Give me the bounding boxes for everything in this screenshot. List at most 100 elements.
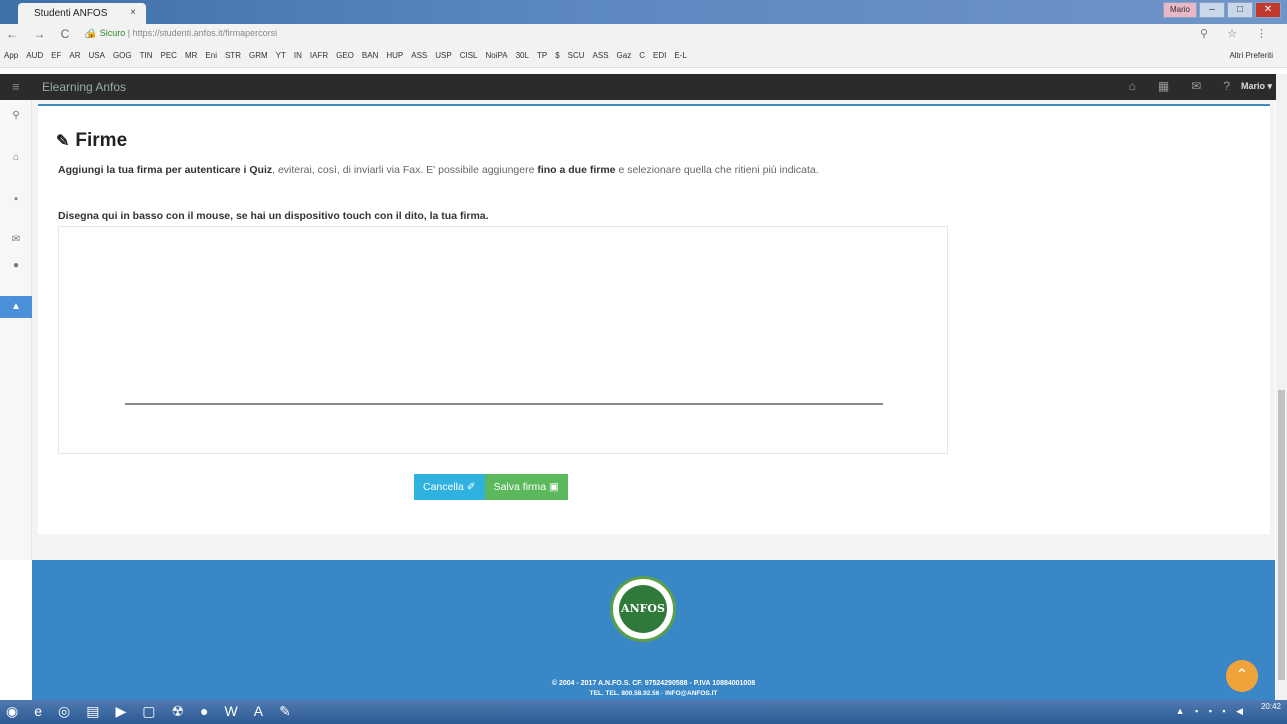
app-top-nav: ≡ Elearning Anfos ⌂ ▦ ✉ ? Mario ▾ (0, 74, 1280, 100)
navigation-buttons[interactable]: ← → C ⌂ (6, 27, 98, 41)
bookmark-item[interactable]: USA (88, 51, 104, 60)
bookmark-item[interactable]: NoiPA (486, 51, 508, 60)
left-sidebar: ⚲ ⌂ ▪ ✉ ● ▲ (0, 100, 32, 560)
secure-label: Sicuro (99, 28, 126, 38)
taskbar-clock[interactable]: 20:42 (1261, 702, 1281, 712)
signature-pad[interactable] (58, 226, 948, 454)
signature-card: ✎ Firme Aggiungi la tua firma per autenti… (38, 104, 1270, 534)
ie-icon[interactable]: e (34, 703, 42, 720)
tab-close-icon[interactable]: × (130, 7, 136, 18)
anfos-logo: ANFOS (610, 576, 676, 642)
bookmark-item[interactable]: ASS (593, 51, 609, 60)
save-signature-button[interactable]: Salva firma ▣ (484, 474, 568, 500)
bookmark-item[interactable]: CISL (460, 51, 478, 60)
page-footer: ANFOS © 2004 - 2017 A.N.FO.S. CF. 975242… (32, 560, 1275, 700)
bookmark-item[interactable]: IN (294, 51, 302, 60)
bookmark-item[interactable]: AR (69, 51, 80, 60)
bookmark-item[interactable]: EF (51, 51, 61, 60)
save-icon: ▣ (549, 481, 559, 493)
page-title: ✎ Firme (56, 130, 128, 151)
start-icon[interactable]: ◉ (6, 703, 18, 720)
calendar-icon[interactable]: ▪ (0, 194, 32, 205)
tab-title: Studenti ANFOS (34, 8, 108, 19)
signature-baseline (125, 403, 883, 405)
bookmark-item[interactable]: Gaz (617, 51, 632, 60)
bookmark-item[interactable]: App (4, 51, 18, 60)
bookmark-item[interactable]: STR (225, 51, 241, 60)
bookmark-item[interactable]: 30L (516, 51, 529, 60)
user-menu[interactable]: Mario ▾ (1241, 81, 1272, 92)
app-brand[interactable]: Elearning Anfos (42, 80, 126, 94)
office-icon[interactable]: ▢ (142, 703, 155, 720)
bookmark-item[interactable]: $ (555, 51, 559, 60)
other-bookmarks[interactable]: Altri Preferiti (1229, 51, 1273, 60)
help-icon[interactable]: ● (0, 260, 32, 271)
bookmark-item[interactable]: IAFR (310, 51, 328, 60)
draw-instruction: Disegna qui in basso con il mouse, se ha… (58, 210, 489, 222)
taskbar-apps: ◉ e ◎ ▤ ▶ ▢ ☢ ● W A ✎ (6, 703, 291, 720)
window-controls: Mario – □ ✕ (1163, 2, 1281, 18)
bookmark-item[interactable]: SCU (568, 51, 585, 60)
cancel-button[interactable]: Cancella ✐ (414, 474, 485, 500)
bookmark-item[interactable]: PEC (161, 51, 177, 60)
url-field[interactable]: 🔒 Sicuro | https://studenti.anfos.it/fir… (86, 28, 1246, 43)
acrobat-icon[interactable]: A (254, 703, 263, 720)
user-icon[interactable]: ▲ (0, 296, 32, 318)
minimize-button[interactable]: – (1199, 2, 1225, 18)
intro-text: Aggiungi la tua firma per autenticare i … (58, 164, 819, 176)
bookmarks-bar: App AUD EF AR USA GOG TIN PEC MR Eni STR GRM YT IN IAF… (0, 46, 1287, 68)
maximize-button[interactable]: □ (1227, 2, 1253, 18)
bookmark-item[interactable]: BAN (362, 51, 378, 60)
system-tray[interactable]: ▲ ▪ ▪ ▪ ◀ (1176, 706, 1247, 717)
bookmark-item[interactable]: MR (185, 51, 197, 60)
folder-icon[interactable]: ▤ (86, 703, 99, 720)
home-icon[interactable]: ⌂ (1129, 79, 1136, 93)
bookmark-item[interactable]: GEO (336, 51, 354, 60)
word-icon[interactable]: W (225, 703, 238, 720)
footer-contacts: TEL. TEL. 800.58.92.56 · INFO@ANFOS.IT (589, 690, 718, 697)
home-icon[interactable]: ⌂ (0, 152, 32, 163)
bookmark-item[interactable]: TIN (140, 51, 153, 60)
eraser-icon: ✐ (466, 481, 476, 493)
chrome-icon[interactable]: ◎ (58, 703, 70, 720)
nav-icons: ⌂ ▦ ✉ ? (1129, 79, 1230, 93)
bookmark-item[interactable]: USP (435, 51, 451, 60)
bookmark-item[interactable]: YT (276, 51, 286, 60)
search-icon[interactable]: ⚲ (0, 110, 32, 121)
bookmark-item[interactable]: AUD (26, 51, 43, 60)
calendar-icon[interactable]: ▦ (1158, 79, 1169, 93)
page-scrollbar[interactable] (1276, 74, 1287, 700)
mail-icon[interactable]: ✉ (0, 234, 32, 245)
firefox-icon[interactable]: ● (200, 703, 208, 720)
browser-tab[interactable]: Studenti ANFOS × (18, 3, 146, 24)
bookmark-item[interactable]: GOG (113, 51, 132, 60)
windows-taskbar: ◉ e ◎ ▤ ▶ ▢ ☢ ● W A ✎ ▲ ▪ ▪ ▪ ◀ 20:42 (0, 700, 1287, 724)
magic-wand-icon: ✎ (56, 133, 70, 150)
bookmark-item[interactable]: TP (537, 51, 547, 60)
main-content: ✎ Firme Aggiungi la tua firma per autenti… (32, 100, 1275, 560)
footer-copyright: © 2004 - 2017 A.N.FO.S. CF. 97524290588 … (551, 680, 756, 687)
help-icon[interactable]: ? (1223, 79, 1230, 93)
bookmark-item[interactable]: HUP (386, 51, 403, 60)
address-bar: ← → C ⌂ 🔒 Sicuro | https://studenti.anfo… (0, 24, 1287, 46)
secure-lock-icon: 🔒 (86, 28, 100, 38)
browser-menu-icons[interactable]: ⚲ ☆ ⋮ (1200, 27, 1275, 40)
url-text: https://studenti.anfos.it/firmapercorsi (132, 28, 278, 38)
radiation-icon[interactable]: ☢ (171, 703, 184, 720)
scrollbar-thumb[interactable] (1278, 390, 1285, 680)
window-user-badge[interactable]: Mario (1163, 2, 1197, 18)
mail-icon[interactable]: ✉ (1191, 79, 1201, 93)
browser-tab-bar: Studenti ANFOS × Mario – □ ✕ (0, 0, 1287, 24)
bookmark-item[interactable]: Eni (205, 51, 217, 60)
bookmark-item[interactable]: GRM (249, 51, 268, 60)
paint-icon[interactable]: ✎ (279, 703, 291, 720)
close-window-button[interactable]: ✕ (1255, 2, 1281, 18)
bookmark-item[interactable]: ASS (411, 51, 427, 60)
menu-icon[interactable]: ≡ (12, 79, 20, 94)
bookmark-item[interactable]: EDI (653, 51, 666, 60)
bookmark-item[interactable]: C (639, 51, 645, 60)
bookmark-item[interactable]: E-L (674, 51, 686, 60)
scroll-to-top-button[interactable]: ⌃ (1226, 660, 1258, 692)
signature-actions: Cancella ✐ Salva firma ▣ (414, 474, 568, 500)
media-icon[interactable]: ▶ (115, 703, 126, 720)
